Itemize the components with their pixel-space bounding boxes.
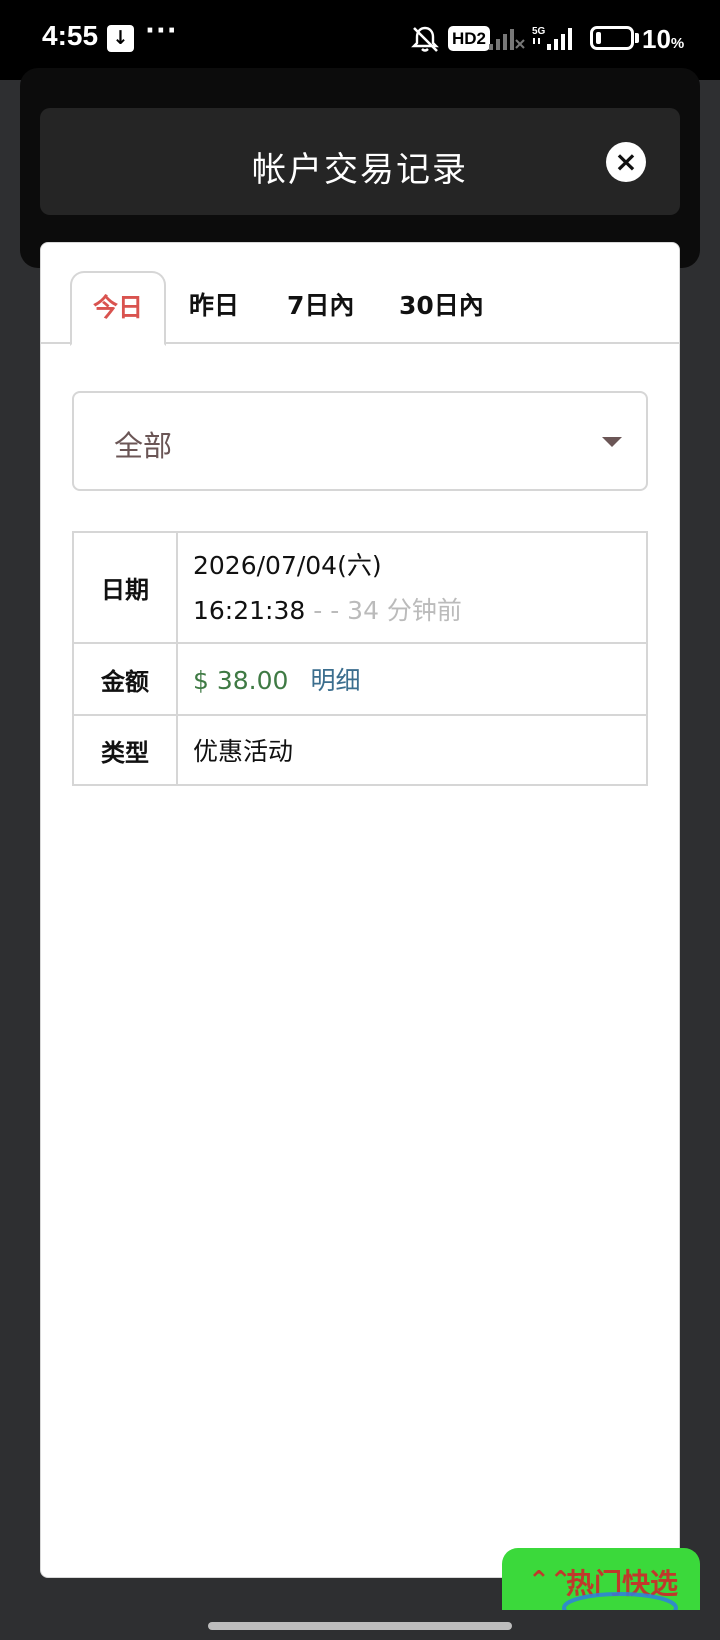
close-button[interactable]: ×: [606, 142, 646, 182]
table-row: 金额 $ 38.00 明细: [72, 642, 648, 716]
hd-badge: HD2: [448, 26, 491, 51]
date-cell: 2026/07/04(六) 16:21:38 - - 34 分钟前: [176, 531, 648, 644]
battery-icon: [590, 26, 634, 50]
tab-30-days[interactable]: 30日內: [399, 271, 484, 346]
status-overflow: ···: [145, 16, 178, 46]
date-label: 日期: [72, 531, 178, 644]
type-filter-select[interactable]: 全部: [72, 391, 648, 491]
modal-header: 帐户交易记录 ×: [40, 108, 680, 215]
modal-title: 帐户交易记录: [252, 150, 468, 190]
select-value: 全部: [114, 429, 173, 463]
amount-cell: $ 38.00 明细: [176, 642, 648, 716]
record-time: 16:21:38: [193, 595, 306, 625]
download-icon: ↓: [107, 25, 134, 52]
tab-today[interactable]: 今日: [70, 271, 166, 346]
record-date: 2026/07/04(六): [193, 550, 382, 580]
svg-text:5G: 5G: [532, 26, 546, 37]
home-indicator[interactable]: [208, 1622, 512, 1630]
record-amount: $ 38.00: [193, 666, 289, 695]
tab-7-days[interactable]: 7日內: [287, 271, 354, 346]
table-row: 日期 2026/07/04(六) 16:21:38 - - 34 分钟前: [72, 531, 648, 644]
signal-icon: [489, 29, 525, 50]
status-time: 4:55: [42, 20, 99, 51]
table-row: 类型 优惠活动: [72, 714, 648, 786]
record-time-line: 16:21:38 - - 34 分钟前: [193, 588, 646, 633]
bell-off-icon: [411, 26, 439, 52]
amount-label: 金额: [72, 642, 178, 716]
record-type: 优惠活动: [176, 714, 648, 786]
record-time-ago: - - 34 分钟前: [305, 595, 462, 625]
caret-down-icon: [602, 437, 622, 447]
tab-yesterday[interactable]: 昨日: [189, 271, 239, 346]
period-tabs: 今日 昨日 7日內 30日內: [41, 243, 679, 346]
signal-5g-icon: 5G: [532, 26, 572, 50]
type-label: 类型: [72, 714, 178, 786]
battery-tip: [635, 33, 639, 43]
content-card: 今日 昨日 7日內 30日內 全部 日期 2026/07/04(六) 16:21…: [40, 242, 680, 1578]
transaction-record-table: 日期 2026/07/04(六) 16:21:38 - - 34 分钟前 金额 …: [72, 531, 648, 786]
battery-percent: 10%: [642, 24, 685, 54]
detail-link[interactable]: 明细: [310, 666, 360, 695]
close-icon: ×: [614, 145, 638, 178]
